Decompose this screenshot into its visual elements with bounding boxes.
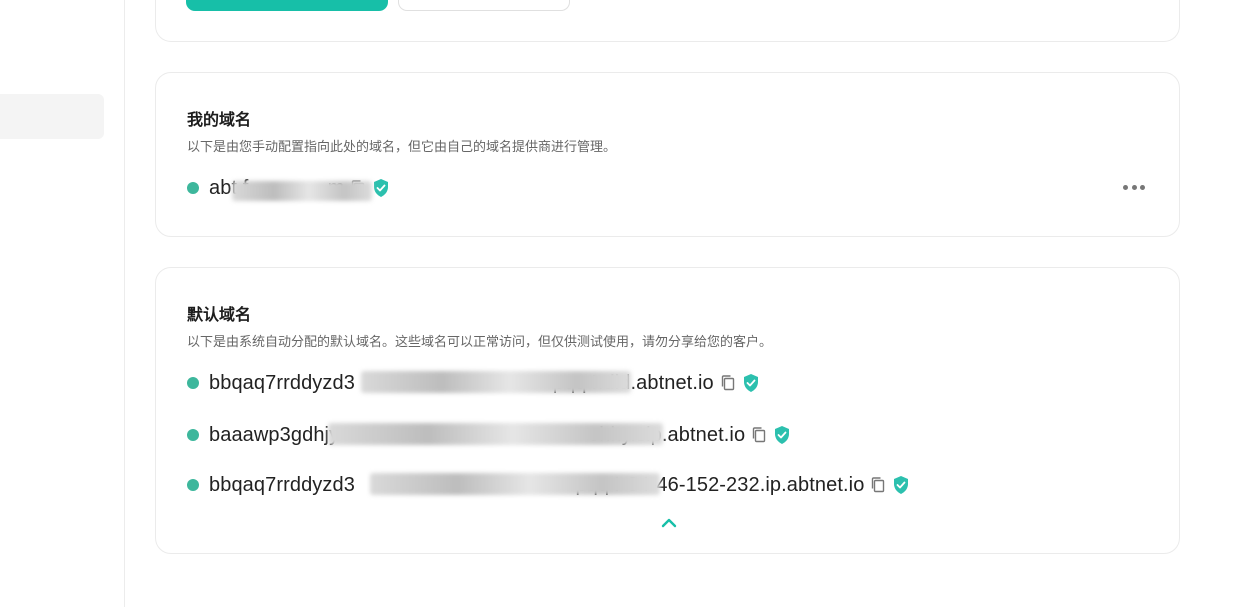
status-dot [187, 377, 199, 389]
chevron-up-icon[interactable] [659, 516, 679, 530]
verified-shield-icon [374, 179, 389, 197]
redaction-blur [232, 181, 372, 201]
default-domains-title: 默认域名 [187, 305, 252, 324]
my-domains-description: 以下是由您手动配置指向此处的域名，但它由自己的域名提供商进行管理。 [187, 140, 617, 155]
copy-icon[interactable] [870, 476, 886, 494]
default-domains-card: 默认域名 以下是由系统自动分配的默认域名。这些域名可以正常访问，但仅供测试使用，… [155, 267, 1180, 554]
copy-icon[interactable] [751, 426, 767, 444]
default-domains-description: 以下是由系统自动分配的默认域名。这些域名可以正常访问，但仅供测试使用，请勿分享给… [187, 335, 773, 350]
verified-shield-icon [743, 374, 758, 392]
verified-shield-icon [775, 426, 790, 444]
primary-button[interactable] [186, 0, 388, 11]
sidebar-item-active[interactable] [0, 94, 104, 139]
redaction-blur [361, 371, 631, 393]
status-dot [187, 429, 199, 441]
copy-icon[interactable] [720, 374, 736, 392]
actions-card [155, 0, 1180, 42]
more-horizontal-icon[interactable] [1123, 183, 1145, 191]
status-dot [187, 182, 199, 194]
my-domains-title: 我的域名 [187, 110, 252, 129]
sidebar [0, 0, 125, 607]
my-domains-card: 我的域名 以下是由您手动配置指向此处的域名，但它由自己的域名提供商进行管理。 a… [155, 72, 1180, 237]
redaction-blur [370, 473, 660, 495]
verified-shield-icon [894, 476, 909, 494]
redaction-blur [328, 423, 663, 445]
status-dot [187, 479, 199, 491]
secondary-button[interactable] [398, 0, 570, 11]
